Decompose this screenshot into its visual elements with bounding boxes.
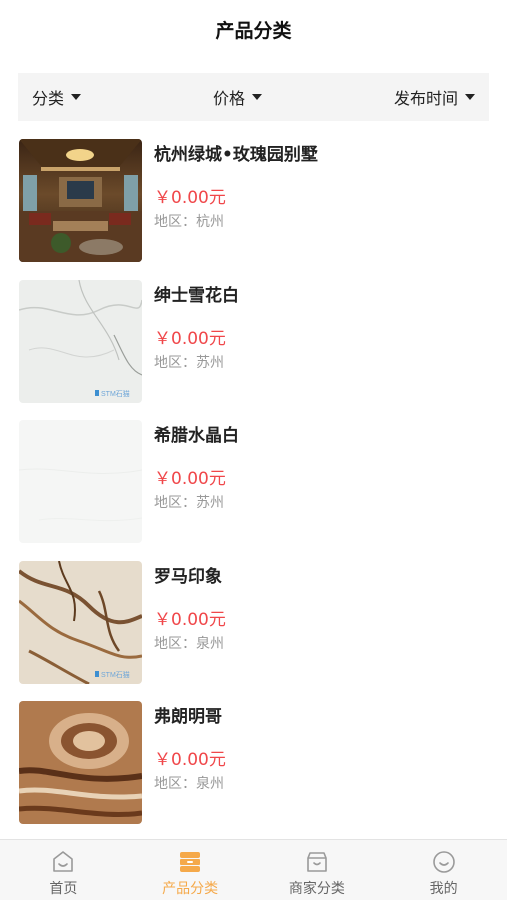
filter-bar: 分类 价格 发布时间 — [18, 73, 489, 121]
tab-profile[interactable]: 我的 — [380, 840, 507, 900]
category-icon — [180, 852, 201, 872]
home-icon — [53, 851, 74, 872]
filter-price[interactable]: 价格 — [213, 85, 262, 109]
product-name: 绅士雪花白 — [154, 285, 239, 306]
page-header: 产品分类 — [0, 0, 507, 58]
svg-text:STM石猫: STM石猫 — [101, 670, 130, 679]
tab-shop-category-label: 商家分类 — [288, 881, 345, 897]
tab-home-label: 首页 — [49, 881, 78, 897]
filter-price-label: 价格 — [212, 89, 245, 108]
product-list: 杭州绿城•玫瑰园别墅 ￥0.00元 地区：杭州 STM石猫 绅士雪花白 ￥0.0… — [0, 139, 507, 842]
product-region: 地区：泉州 — [154, 776, 224, 792]
tab-home[interactable]: 首页 — [0, 840, 127, 900]
product-thumbnail-white-marble: STM石猫 — [19, 279, 142, 403]
tab-shop-category[interactable]: 商家分类 — [254, 840, 381, 900]
product-item[interactable]: 弗朗明哥 ￥0.00元 地区：泉州 — [0, 701, 507, 842]
filter-category[interactable]: 分类 — [32, 85, 82, 109]
shop-icon — [307, 852, 327, 872]
product-item[interactable]: STM石猫 罗马印象 ￥0.00元 地区：泉州 — [0, 560, 507, 702]
product-name: 罗马印象 — [154, 566, 222, 587]
product-price: ￥0.00元 — [154, 750, 226, 770]
profile-icon — [432, 851, 455, 873]
tab-product-category[interactable]: 产品分类 — [127, 840, 254, 900]
tab-profile-label: 我的 — [429, 881, 458, 897]
product-thumbnail-villa — [19, 139, 142, 262]
product-price: ￥0.00元 — [154, 328, 226, 349]
product-region: 地区：苏州 — [154, 354, 224, 371]
product-price: ￥0.00元 — [154, 609, 226, 630]
product-item[interactable]: STM石猫 绅士雪花白 ￥0.00元 地区：苏州 — [0, 279, 507, 421]
product-name: 弗朗明哥 — [154, 707, 222, 727]
product-region: 地区：杭州 — [154, 214, 224, 230]
product-thumbnail-roman-impression: STM石猫 — [19, 560, 142, 684]
product-thumbnail-crystal-white — [19, 420, 142, 543]
product-price: ￥0.00元 — [154, 188, 226, 208]
page-title: 产品分类 — [215, 19, 292, 42]
filter-publish-time-label: 发布时间 — [393, 89, 458, 108]
tab-product-category-label: 产品分类 — [162, 881, 219, 897]
product-thumbnail-flamenco — [19, 701, 142, 824]
filter-category-label: 分类 — [32, 89, 65, 108]
svg-text:STM石猫: STM石猫 — [101, 389, 130, 398]
caret-down-icon — [252, 94, 262, 100]
product-region: 地区：苏州 — [154, 495, 224, 511]
filter-publish-time[interactable]: 发布时间 — [394, 85, 475, 109]
product-region: 地区：泉州 — [154, 635, 224, 652]
product-item[interactable]: 杭州绿城•玫瑰园别墅 ￥0.00元 地区：杭州 — [0, 139, 507, 280]
product-item[interactable]: 希腊水晶白 ￥0.00元 地区：苏州 — [0, 420, 507, 561]
product-price: ￥0.00元 — [154, 469, 226, 489]
caret-down-icon — [464, 94, 475, 100]
caret-down-icon — [71, 94, 82, 100]
bottom-tab-bar: 首页 产品分类 商家分类 我的 — [0, 839, 507, 900]
product-name: 希腊水晶白 — [154, 426, 239, 446]
product-name: 杭州绿城•玫瑰园别墅 — [154, 145, 318, 165]
